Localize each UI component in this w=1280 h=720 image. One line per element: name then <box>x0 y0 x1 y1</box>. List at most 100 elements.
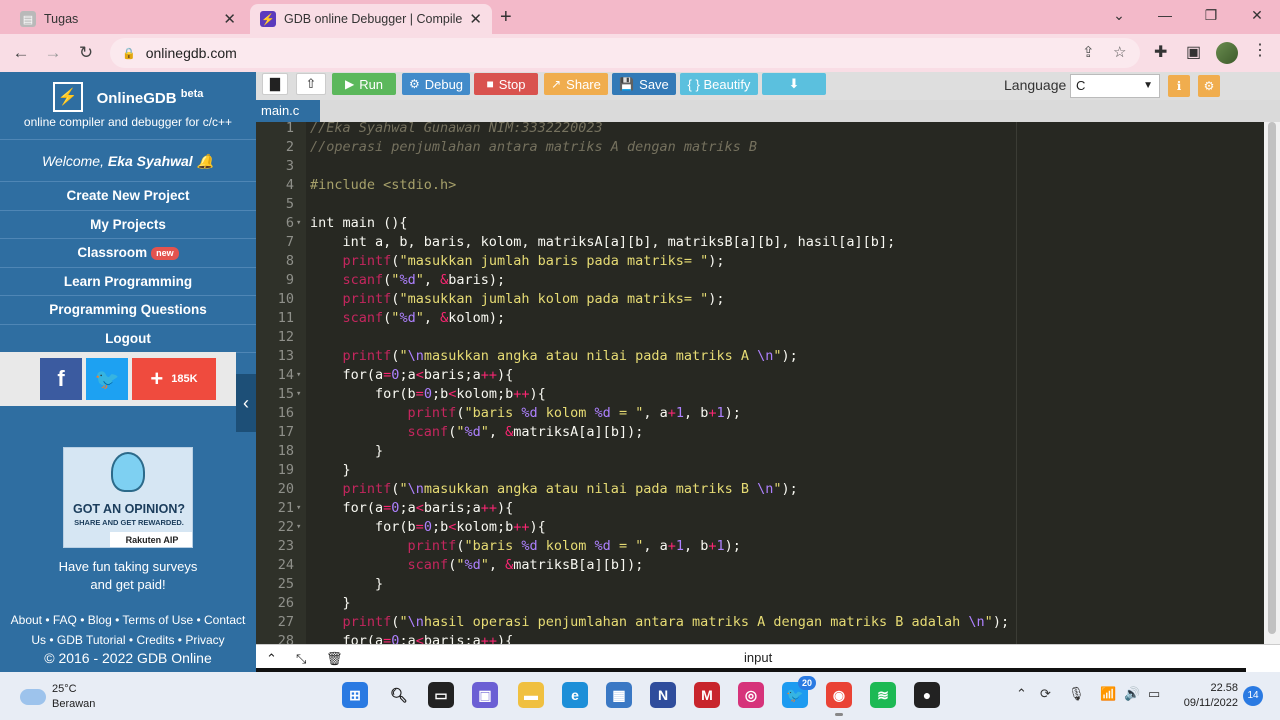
fold-arrow-icon[interactable]: ▾ <box>296 214 301 233</box>
wifi-icon[interactable]: 📶 <box>1100 686 1116 702</box>
chevron-up-icon[interactable]: ⌃ <box>266 651 277 667</box>
code-line[interactable]: 21 ▾ for(a=0;a<baris;a++){ <box>256 499 1264 518</box>
collapse-sidebar-button[interactable]: ‹ <box>236 374 256 432</box>
ad-caption[interactable]: Have fun taking surveys and get paid! <box>0 558 256 594</box>
sidebar-item-create-new-project[interactable]: Create New Project <box>0 182 256 211</box>
notification-badge[interactable]: 14 <box>1243 686 1263 706</box>
lock-icon[interactable]: 🔒 <box>122 47 136 60</box>
twitter-app-icon[interactable]: 🐦 20 <box>782 676 816 708</box>
forward-icon[interactable]: → <box>40 40 66 66</box>
code-line[interactable]: 9 scanf("%d", &baris); <box>256 271 1264 290</box>
speaker-icon[interactable]: 🔊 <box>1124 686 1140 702</box>
extensions-puzzle-icon[interactable]: ✚ <box>1154 42 1167 62</box>
code-line[interactable]: 6 ▾ int main (){ <box>256 214 1264 233</box>
code-line[interactable]: 8 printf("masukkan jumlah baris pada mat… <box>256 252 1264 271</box>
tab-main-c[interactable]: main.c <box>256 100 320 122</box>
sidebar-item-learn-programming[interactable]: Learn Programming <box>0 268 256 296</box>
restore-icon[interactable]: ❐ <box>1188 4 1234 26</box>
code-line[interactable]: 10 printf("masukkan jumlah kolom pada ma… <box>256 290 1264 309</box>
share-count-button[interactable]: +185K <box>132 358 216 400</box>
clear-icon[interactable]: 🗑 <box>326 651 343 667</box>
footer-links[interactable]: About • FAQ • Blog • Terms of Use • Cont… <box>0 610 256 650</box>
sidebar-item-logout[interactable]: Logout <box>0 325 256 353</box>
mcafee-icon[interactable]: M <box>694 682 720 708</box>
brand-name[interactable]: OnlineGDB beta <box>97 88 204 107</box>
input-label[interactable]: input <box>744 650 772 665</box>
sidebar-item-programming-questions[interactable]: Programming Questions <box>0 296 256 325</box>
file-explorer-icon[interactable]: ▬ <box>518 682 544 708</box>
store-icon[interactable]: ▦ <box>606 682 632 708</box>
tray-overflow-icon[interactable]: ⌃ <box>1016 686 1027 702</box>
code-line[interactable]: 4 #include <stdio.h> <box>256 176 1264 195</box>
code-line[interactable]: 16 printf("baris %d kolom %d = ", a+1, b… <box>256 404 1264 423</box>
share-button[interactable]: ↗ Share <box>544 73 608 95</box>
code-line[interactable]: 15 ▾ for(b=0;b<kolom;b++){ <box>256 385 1264 404</box>
code-line[interactable]: 11 scanf("%d", &kolom); <box>256 309 1264 328</box>
run-button[interactable]: ▶ Run <box>332 73 396 95</box>
code-line[interactable]: 23 printf("baris %d kolom %d = ", a+1, b… <box>256 537 1264 556</box>
share-page-icon[interactable]: ⇪ <box>1082 43 1095 61</box>
bookmark-star-icon[interactable]: ☆ <box>1113 43 1126 61</box>
fold-arrow-icon[interactable]: ▾ <box>296 499 301 518</box>
chat-icon[interactable]: ▣ <box>472 682 498 708</box>
fold-arrow-icon[interactable]: ▾ <box>296 385 301 404</box>
minimize-icon[interactable]: — <box>1142 4 1188 26</box>
instagram-icon[interactable]: ◎ <box>738 682 764 708</box>
weather-widget[interactable]: 25°C Berawan <box>20 682 95 712</box>
code-line[interactable]: 28 for(a=0;a<baris;a++){ <box>256 632 1264 644</box>
stop-button[interactable]: ■ Stop <box>474 73 538 95</box>
obs-icon[interactable]: ● <box>914 682 940 708</box>
scrollbar-thumb[interactable] <box>1268 122 1276 634</box>
debug-button[interactable]: ⚙ Debug <box>402 73 470 95</box>
clock[interactable]: 22.58 09/11/2022 <box>1178 681 1238 711</box>
code-line[interactable]: 26 } <box>256 594 1264 613</box>
new-file-button[interactable]: ▇ <box>262 73 288 95</box>
browser-tab-tugas[interactable]: ▤ Tugas ✕ <box>10 4 246 34</box>
bell-icon[interactable]: 🔔 <box>197 153 214 169</box>
edge-icon[interactable]: e <box>562 682 588 708</box>
windows-start-icon[interactable]: ⊞ <box>342 682 368 708</box>
code-line[interactable]: 5 <box>256 195 1264 214</box>
spotify-icon[interactable]: ≋ <box>870 682 896 708</box>
info-button[interactable]: ℹ <box>1168 75 1190 97</box>
code-line[interactable]: 22 ▾ for(b=0;b<kolom;b++){ <box>256 518 1264 537</box>
onlinegdb-logo-icon[interactable]: ⚡ <box>52 82 83 112</box>
menu-kebab-icon[interactable]: ⋮ <box>1252 40 1268 60</box>
facebook-share-button[interactable]: f <box>40 358 82 400</box>
beautify-button[interactable]: { } Beautify <box>680 73 758 95</box>
code-line[interactable]: 24 scanf("%d", &matriksB[a][b]); <box>256 556 1264 575</box>
code-line[interactable]: 25 } <box>256 575 1264 594</box>
code-line[interactable]: 2 //operasi penjumlahan antara matriks A … <box>256 138 1264 157</box>
code-line[interactable]: 12 <box>256 328 1264 347</box>
code-line[interactable]: 20 printf("\nmasukkan angka atau nilai p… <box>256 480 1264 499</box>
code-line[interactable]: 27 printf("\nhasil operasi penjumlahan a… <box>256 613 1264 632</box>
chevron-down-icon[interactable]: ⌄ <box>1096 4 1142 26</box>
code-line[interactable]: 13 printf("\nmasukkan angka atau nilai p… <box>256 347 1264 366</box>
url-field[interactable]: 🔒 onlinegdb.com ⇪ ☆ <box>110 38 1140 68</box>
sidebar-item-my-projects[interactable]: My Projects <box>0 211 256 239</box>
expand-icon[interactable]: ⤡ <box>296 651 306 667</box>
fold-arrow-icon[interactable]: ▾ <box>296 366 301 385</box>
code-line[interactable]: 17 scanf("%d", &matriksA[a][b]); <box>256 423 1264 442</box>
welcome-user[interactable]: Eka Syahwal <box>108 153 193 169</box>
download-button[interactable]: ⬇ <box>762 73 826 95</box>
back-icon[interactable]: ← <box>8 40 34 66</box>
fold-arrow-icon[interactable]: ▾ <box>296 518 301 537</box>
sync-icon[interactable]: ⟳ <box>1040 686 1051 702</box>
code-line[interactable]: 18 } <box>256 442 1264 461</box>
search-icon[interactable]: 🔍︎ <box>386 682 412 708</box>
notes-icon[interactable]: N <box>650 682 676 708</box>
code-line[interactable]: 19 } <box>256 461 1264 480</box>
editor-scrollbar[interactable] <box>1264 122 1280 644</box>
close-window-icon[interactable]: ✕ <box>1234 4 1280 26</box>
close-tab-icon[interactable]: ✕ <box>469 10 482 28</box>
reload-icon[interactable]: ↻ <box>73 40 99 66</box>
battery-icon[interactable]: ▭ <box>1148 686 1160 702</box>
browser-tab-gdb[interactable]: ⚡ GDB online Debugger | Compiler ✕ <box>250 4 492 34</box>
twitter-share-button[interactable]: 🐦 <box>86 358 128 400</box>
settings-button[interactable]: ⚙ <box>1198 75 1220 97</box>
upload-button[interactable]: ⇧ <box>296 73 326 95</box>
chrome-icon[interactable]: ◉ <box>826 682 852 716</box>
new-tab-icon[interactable]: + <box>500 6 512 29</box>
profile-avatar[interactable] <box>1216 42 1238 64</box>
